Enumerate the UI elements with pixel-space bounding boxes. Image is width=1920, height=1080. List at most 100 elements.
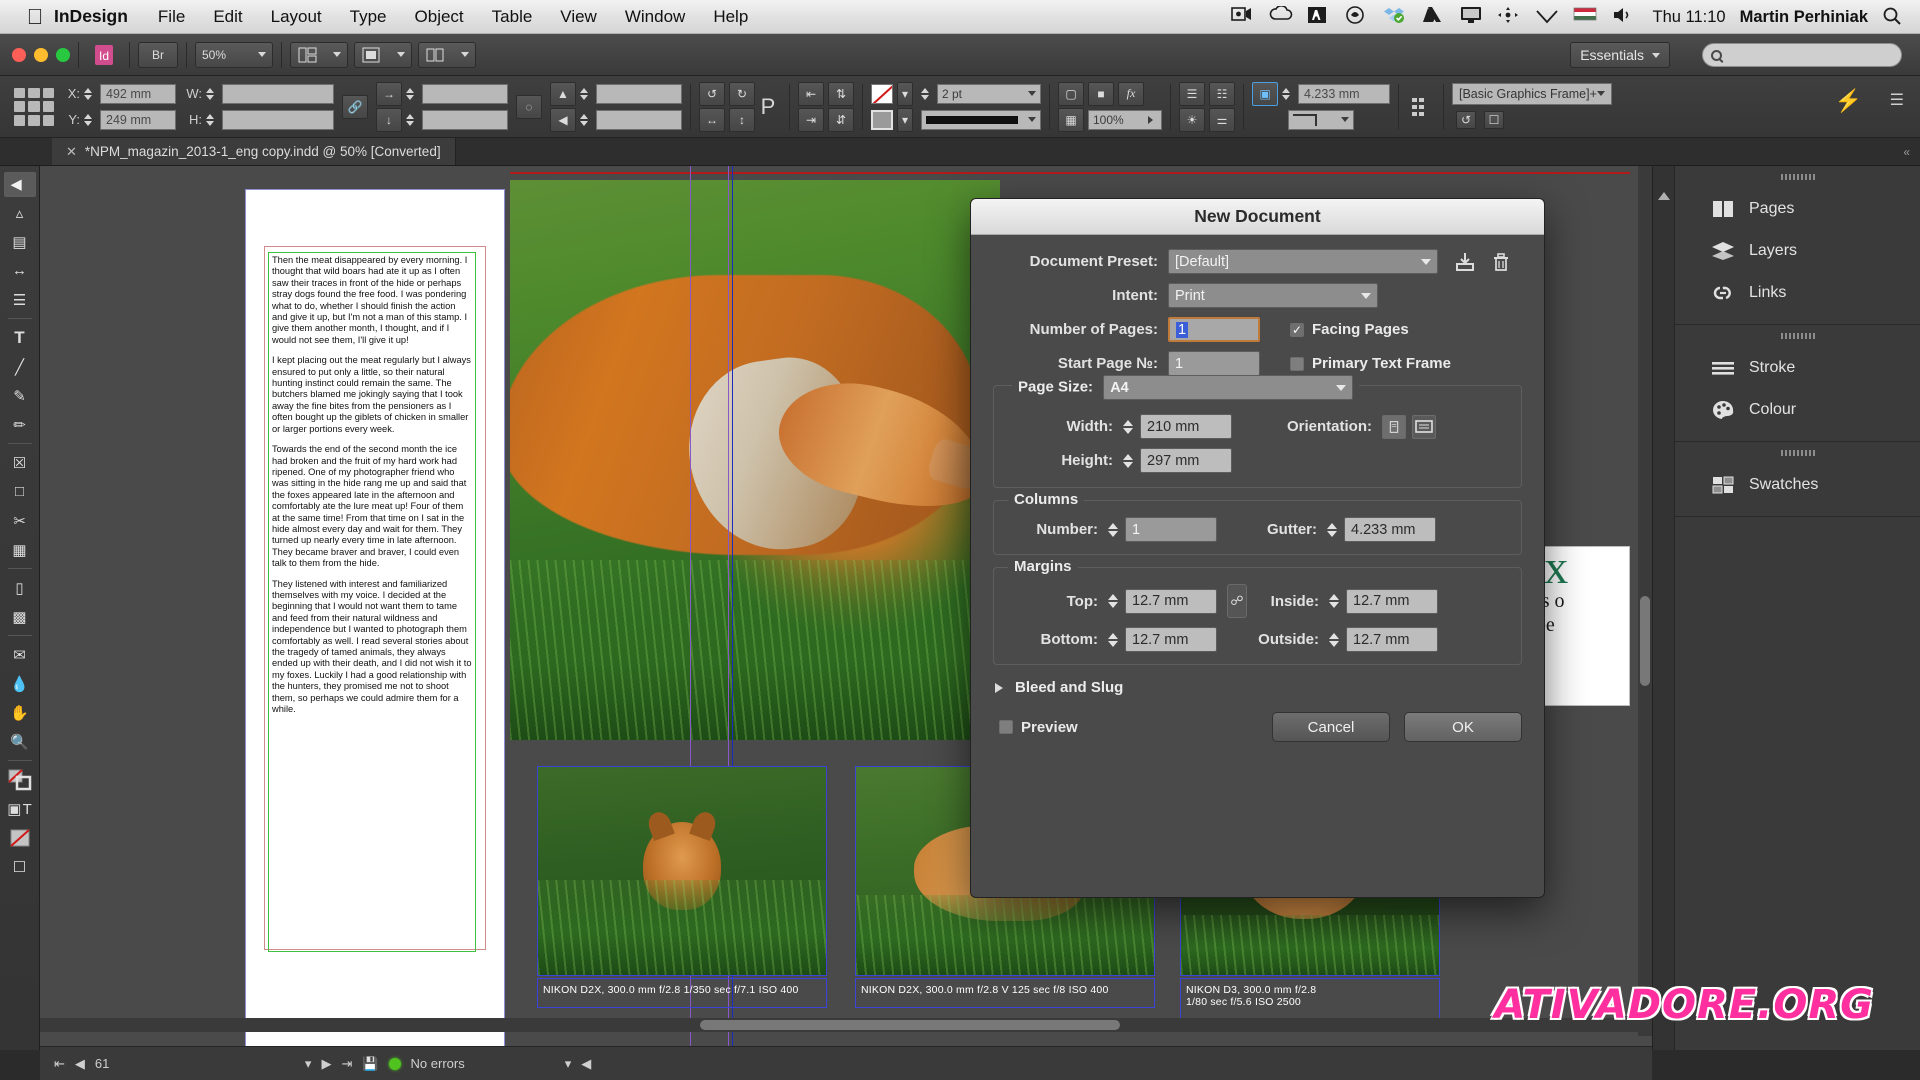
frame-offset-input[interactable]: 4.233 mm: [1298, 83, 1390, 104]
fill-stroke-swatch[interactable]: [4, 766, 36, 793]
corner-options-icon[interactable]: ▢: [1058, 81, 1084, 106]
last-page-icon[interactable]: ⇥: [341, 1056, 352, 1072]
object-style-dropdown[interactable]: [Basic Graphics Frame]+: [1452, 82, 1612, 105]
menu-item-object[interactable]: Object: [415, 7, 464, 27]
sidebar-item-stroke[interactable]: Stroke: [1675, 347, 1920, 389]
start-page-input[interactable]: 1: [1168, 351, 1260, 376]
main-photo-frame[interactable]: [510, 180, 1000, 740]
screen-recorder-icon[interactable]: [1230, 6, 1255, 28]
distribute-h-icon[interactable]: ⇥: [798, 107, 824, 132]
sidebar-item-swatches[interactable]: Swatches: [1675, 464, 1920, 506]
scalex-stepper[interactable]: [580, 84, 592, 104]
text-wrap-bounding-icon[interactable]: ☷: [1209, 81, 1235, 106]
menu-bar-clock[interactable]: Thu 11:10: [1653, 8, 1726, 27]
google-drive-icon[interactable]: [1421, 6, 1445, 28]
frame-tool[interactable]: ☒: [4, 449, 36, 476]
page-number-field[interactable]: 61: [95, 1056, 135, 1071]
align-left-icon[interactable]: ⇤: [798, 81, 824, 106]
minimize-window-button[interactable]: [34, 47, 48, 62]
horizontal-scrollbar[interactable]: [40, 1018, 1638, 1032]
preflight-dropdown-icon[interactable]: ▾: [565, 1056, 572, 1072]
rotate-scale-constrain-icon[interactable]: ◌: [516, 94, 542, 119]
margin-inside-input[interactable]: 12.7 mm: [1346, 588, 1438, 614]
dropbox-icon[interactable]: [1383, 6, 1407, 28]
scrollbar-thumb[interactable]: [1640, 596, 1650, 686]
new-style-icon[interactable]: ☐: [1484, 110, 1504, 129]
bleed-and-slug-disclosure[interactable]: Bleed and Slug: [993, 679, 1522, 696]
hand-tool[interactable]: ✋: [4, 699, 36, 726]
flip-horizontal-icon[interactable]: →: [376, 81, 402, 106]
menu-item-table[interactable]: Table: [492, 7, 533, 27]
primary-text-frame-checkbox[interactable]: [1290, 356, 1304, 371]
effects-fx-icon[interactable]: fx: [1118, 81, 1144, 106]
sidebar-item-colour[interactable]: Colour: [1675, 389, 1920, 431]
menu-item-help[interactable]: Help: [713, 7, 748, 27]
wifi-icon[interactable]: [1535, 6, 1559, 28]
margin-bottom-stepper[interactable]: [1108, 629, 1122, 651]
close-icon[interactable]: ✕: [66, 144, 77, 160]
flip-vertical-icon[interactable]: ↓: [376, 107, 402, 132]
transparency-icon[interactable]: ▦: [1058, 107, 1084, 132]
menu-item-window[interactable]: Window: [625, 7, 685, 27]
formatting-affects-container-icon[interactable]: ▣ T: [4, 795, 36, 822]
align-center-icon[interactable]: ⇅: [828, 81, 854, 106]
chain-link-icon[interactable]: ☍: [1227, 584, 1247, 618]
adobe-icon[interactable]: [1307, 6, 1331, 28]
view-options-button[interactable]: [290, 41, 348, 68]
constrain-proportions-toggle[interactable]: 🔗: [342, 94, 368, 119]
rotate-ccw-icon[interactable]: ↺: [699, 81, 725, 106]
stroke-dropdown-icon[interactable]: ▾: [897, 107, 913, 132]
photo-frame-1[interactable]: [537, 766, 827, 976]
flip-h-btn-icon[interactable]: ↔: [699, 107, 725, 132]
sidebar-item-layers[interactable]: Layers: [1675, 230, 1920, 272]
orientation-landscape-button[interactable]: [1412, 414, 1436, 439]
cloud-icon[interactable]: [1269, 5, 1293, 28]
rotate-stepper-1[interactable]: [406, 84, 418, 104]
sidebar-item-pages[interactable]: Pages: [1675, 188, 1920, 230]
margin-bottom-input[interactable]: 12.7 mm: [1125, 627, 1217, 652]
pencil-tool[interactable]: ✏: [4, 411, 36, 438]
help-search-input[interactable]: [1702, 43, 1902, 67]
next-page-icon[interactable]: ▶: [321, 1056, 331, 1072]
control-bar-grid-icon[interactable]: [14, 87, 54, 126]
spotlight-search-icon[interactable]: [1882, 6, 1906, 28]
margin-top-stepper[interactable]: [1108, 590, 1122, 612]
text-wrap-shape-icon[interactable]: ☀: [1179, 107, 1205, 132]
width-input[interactable]: 210 mm: [1140, 414, 1232, 439]
intent-select[interactable]: Print: [1168, 283, 1378, 308]
screen-mode-button[interactable]: [354, 41, 412, 68]
margin-top-input[interactable]: 12.7 mm: [1125, 588, 1217, 614]
flip-v-btn-icon[interactable]: ↕: [729, 107, 755, 132]
document-tab[interactable]: ✕ *NPM_magazin_2013-1_eng copy.indd @ 50…: [52, 138, 456, 165]
close-window-button[interactable]: [12, 47, 26, 62]
x-input[interactable]: 492 mm: [100, 83, 176, 104]
page-tool[interactable]: ▤: [4, 228, 36, 255]
save-preset-icon[interactable]: [1452, 249, 1478, 274]
height-input[interactable]: 297 mm: [1140, 448, 1232, 473]
lightning-preflight-icon[interactable]: ⚡: [1835, 88, 1862, 114]
fill-swatch[interactable]: [871, 83, 893, 104]
fill-dropdown-icon[interactable]: ▾: [897, 81, 913, 106]
rotate-cw-icon[interactable]: ↻: [729, 81, 755, 106]
display-icon[interactable]: [1459, 6, 1483, 28]
apply-none-icon[interactable]: [4, 824, 36, 851]
content-collector-tool[interactable]: ☰: [4, 286, 36, 313]
stroke-style-dropdown[interactable]: [921, 109, 1041, 130]
menu-item-edit[interactable]: Edit: [213, 7, 242, 27]
panel-group-grip[interactable]: [1780, 174, 1815, 180]
scaley-stepper[interactable]: [580, 110, 592, 130]
eyedropper-tool[interactable]: 💧: [4, 670, 36, 697]
stroke-weight-dropdown[interactable]: 2 pt: [937, 83, 1041, 104]
maximize-window-button[interactable]: [56, 47, 70, 62]
facing-pages-checkbox[interactable]: ✓: [1290, 322, 1304, 337]
page-dropdown-icon[interactable]: ▾: [305, 1056, 312, 1072]
gradient-swatch-tool[interactable]: ▯: [4, 574, 36, 601]
vertical-scrollbar[interactable]: [1638, 166, 1652, 1036]
offset-stepper[interactable]: [1282, 84, 1294, 104]
first-page-icon[interactable]: ⇤: [54, 1056, 65, 1072]
text-frame[interactable]: Then the meat disappeared by every morni…: [268, 252, 476, 952]
panel-group-grip[interactable]: [1780, 450, 1815, 456]
trash-icon[interactable]: [1488, 249, 1514, 274]
orientation-portrait-button[interactable]: [1382, 414, 1406, 439]
width-stepper[interactable]: [1123, 416, 1137, 438]
